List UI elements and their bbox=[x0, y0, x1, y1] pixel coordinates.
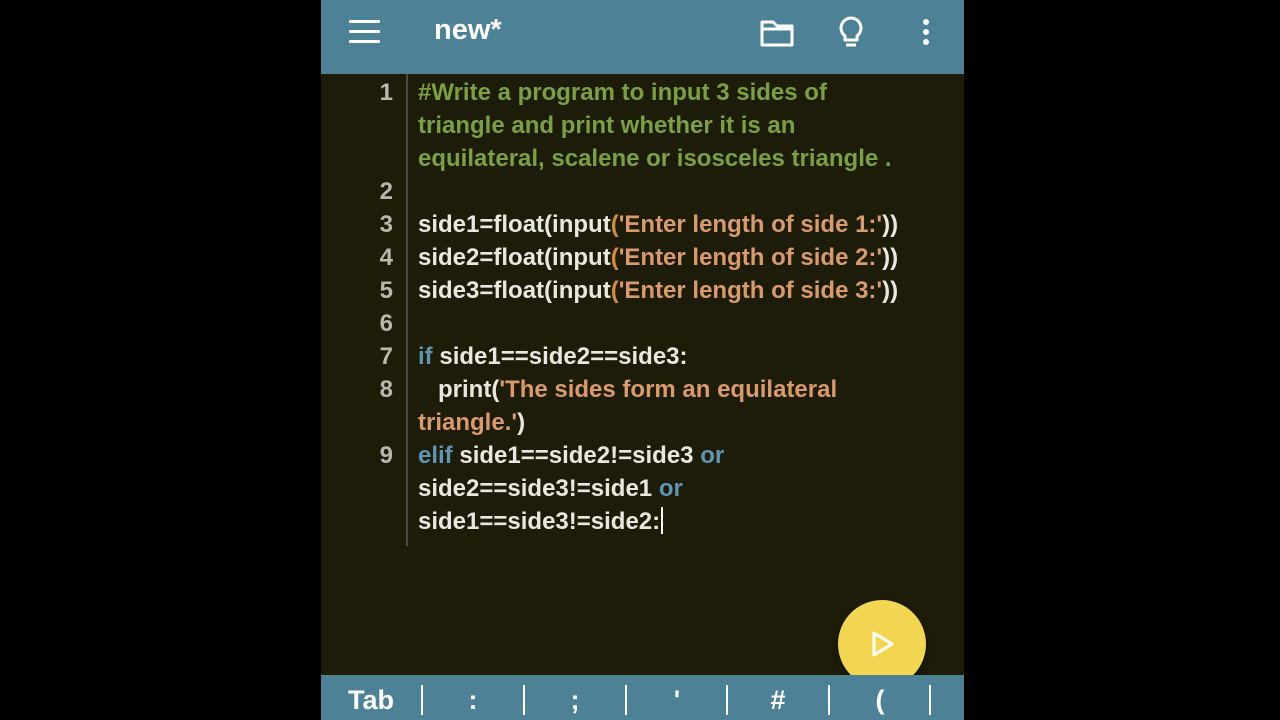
more-vert-icon[interactable] bbox=[904, 12, 948, 54]
text-cursor bbox=[661, 507, 664, 534]
code-token-paren: ( bbox=[610, 277, 619, 304]
key-separator bbox=[726, 685, 728, 715]
code-token-def: side3=float(input bbox=[418, 277, 611, 304]
code-token-str: 'Enter length of side 2:' bbox=[618, 244, 883, 271]
code-token-str: 'The sides form an equilateral bbox=[499, 376, 838, 403]
line-number: 3 bbox=[379, 211, 393, 238]
code-token-def: )) bbox=[882, 277, 899, 304]
code-line[interactable]: equilateral, scalene or isosceles triang… bbox=[418, 142, 892, 175]
app-bar: new* bbox=[321, 0, 964, 74]
code-editor[interactable]: 1 2 3 4 5 6 7 8 9 #Write a program to in… bbox=[321, 74, 964, 675]
key-tab[interactable]: Tab bbox=[326, 675, 416, 720]
code-token-kw: elif bbox=[418, 442, 453, 469]
code-token-comment: #Write a program to input 3 sides of bbox=[418, 79, 827, 106]
code-token-def: print( bbox=[418, 376, 500, 403]
lightbulb-icon[interactable] bbox=[829, 12, 873, 54]
code-token-def: side2=float(input bbox=[418, 244, 611, 271]
code-token-paren: ( bbox=[610, 244, 619, 271]
line-number: 2 bbox=[379, 178, 393, 205]
phone-screen: new* 1 2 3 4 5 6 7 8 9 #Write a program … bbox=[321, 0, 964, 720]
file-title: new* bbox=[434, 14, 502, 46]
play-icon bbox=[872, 631, 894, 657]
code-token-def: )) bbox=[882, 244, 899, 271]
line-number: 8 bbox=[379, 376, 393, 403]
code-line[interactable]: side2==side3!=side1 or bbox=[418, 472, 683, 505]
code-line[interactable]: side1==side3!=side2: bbox=[418, 505, 664, 538]
gutter-divider bbox=[406, 74, 408, 546]
code-token-def: side1==side3!=side2: bbox=[418, 508, 661, 535]
code-token-comment: equilateral, scalene or isosceles triang… bbox=[418, 145, 892, 172]
code-token-def: side1==side2==side3: bbox=[432, 343, 688, 370]
key-separator bbox=[523, 685, 525, 715]
key-colon[interactable]: : bbox=[428, 675, 518, 720]
code-line[interactable]: side3=float(input('Enter length of side … bbox=[418, 274, 898, 307]
code-line[interactable]: triangle.') bbox=[418, 406, 525, 439]
line-number: 1 bbox=[379, 79, 393, 106]
code-line[interactable]: if side1==side2==side3: bbox=[418, 340, 688, 373]
code-token-def: )) bbox=[882, 211, 899, 238]
menu-icon[interactable] bbox=[345, 16, 385, 48]
key-separator bbox=[929, 685, 931, 715]
key-semicolon[interactable]: ; bbox=[530, 675, 620, 720]
line-number: 9 bbox=[379, 442, 393, 469]
code-token-def: side1==side2!=side3 bbox=[452, 442, 701, 469]
key-separator bbox=[828, 685, 830, 715]
extra-keys-bar: Tab : ; ' # ( bbox=[321, 675, 964, 720]
line-number: 7 bbox=[379, 343, 393, 370]
code-token-kw: if bbox=[418, 343, 433, 370]
code-line[interactable]: elif side1==side2!=side3 or bbox=[418, 439, 724, 472]
key-quote[interactable]: ' bbox=[632, 675, 722, 720]
code-token-kw: or bbox=[658, 475, 683, 502]
code-token-def: side1=float(input bbox=[418, 211, 611, 238]
folder-icon[interactable] bbox=[755, 12, 799, 54]
code-token-str: 'Enter length of side 1:' bbox=[618, 211, 883, 238]
key-hash[interactable]: # bbox=[733, 675, 823, 720]
line-number: 6 bbox=[379, 310, 393, 337]
code-token-def: side2==side3!=side1 bbox=[418, 475, 659, 502]
line-number: 5 bbox=[379, 277, 393, 304]
key-open-paren[interactable]: ( bbox=[835, 675, 925, 720]
code-token-def: ) bbox=[517, 409, 526, 436]
code-line[interactable]: #Write a program to input 3 sides of bbox=[418, 76, 827, 109]
code-line[interactable]: triangle and print whether it is an bbox=[418, 109, 795, 142]
code-token-comment: triangle and print whether it is an bbox=[418, 112, 796, 139]
key-separator bbox=[421, 685, 423, 715]
code-line[interactable]: side1=float(input('Enter length of side … bbox=[418, 208, 898, 241]
code-token-paren: ( bbox=[610, 211, 619, 238]
line-number: 4 bbox=[379, 244, 393, 271]
code-line[interactable]: print('The sides form an equilateral bbox=[418, 373, 837, 406]
code-token-kw: or bbox=[700, 442, 725, 469]
key-separator bbox=[625, 685, 627, 715]
code-line[interactable]: side2=float(input('Enter length of side … bbox=[418, 241, 898, 274]
code-token-str: 'Enter length of side 3:' bbox=[618, 277, 883, 304]
code-token-str: triangle.' bbox=[418, 409, 518, 436]
